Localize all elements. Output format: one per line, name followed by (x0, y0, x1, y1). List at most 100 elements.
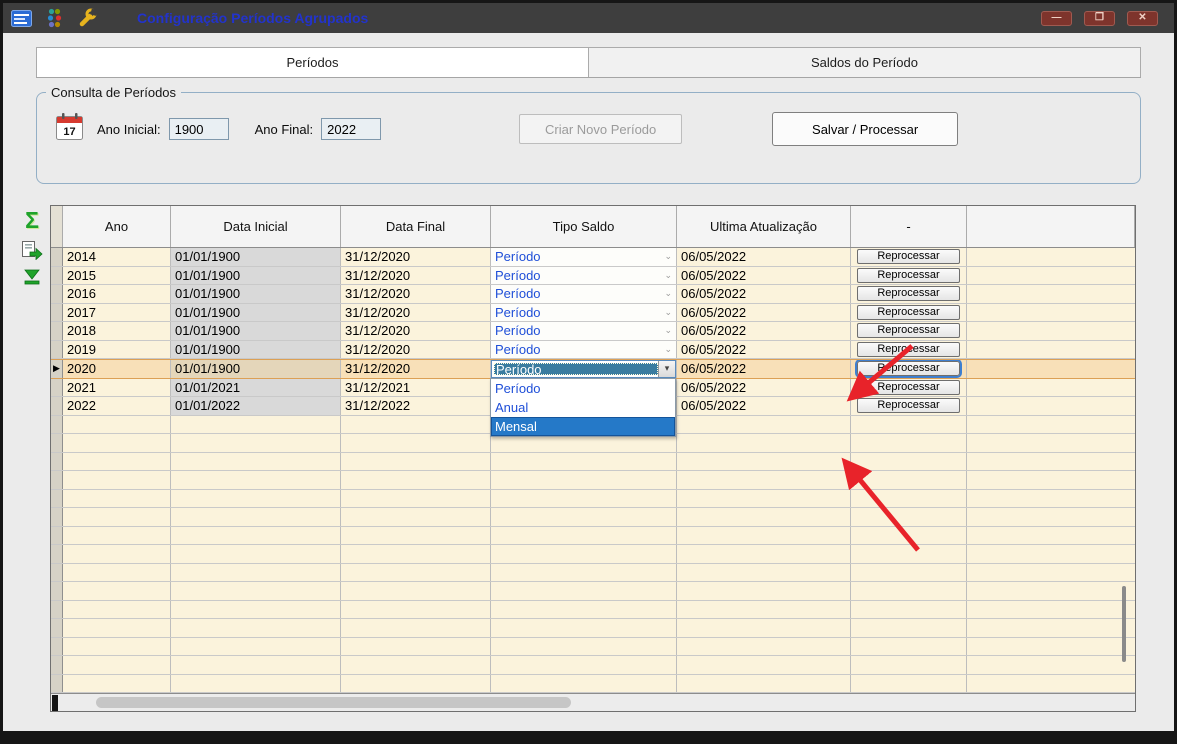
reprocessar-button[interactable]: Reprocessar (857, 304, 960, 320)
cell-ultima-atualizacao (677, 452, 851, 470)
cell-ano[interactable]: 2016 (63, 285, 171, 303)
cell-tipo-saldo[interactable]: Período ⌄ (491, 303, 677, 321)
tab-periodos[interactable]: Períodos (36, 47, 589, 77)
cell-ultima-atualizacao[interactable]: 06/05/2022 (677, 285, 851, 303)
minimize-button[interactable]: — (1041, 10, 1072, 26)
cell-tipo-saldo[interactable]: Período ⌄ (491, 266, 677, 284)
ano-final-input[interactable] (321, 118, 382, 140)
reprocessar-button[interactable]: Reprocessar (857, 267, 960, 283)
grid-empty-row (51, 471, 1135, 490)
cell-action (851, 489, 967, 507)
cell-data-inicial[interactable]: 01/01/1900 (171, 340, 341, 358)
reprocessar-button[interactable]: Reprocessar (857, 341, 960, 357)
reprocessar-button[interactable]: Reprocessar (857, 379, 960, 395)
cell-data-inicial[interactable]: 01/01/2021 (171, 378, 341, 396)
app-window: Configuração Períodos Agrupados — ❐ ✕ Pe… (0, 0, 1177, 744)
wrench-icon[interactable] (77, 8, 97, 28)
criar-novo-periodo-button[interactable]: Criar Novo Período (519, 114, 683, 144)
cell-data-inicial (171, 471, 341, 489)
cell-ano[interactable]: 2015 (63, 266, 171, 284)
tab-saldos-do-periodo[interactable]: Saldos do Período (589, 47, 1141, 77)
cell-ultima-atualizacao[interactable]: 06/05/2022 (677, 360, 851, 378)
vertical-scrollbar-thumb[interactable] (1122, 586, 1126, 662)
cell-filler (967, 304, 1135, 322)
cell-ano[interactable]: 2018 (63, 322, 171, 340)
cell-tipo-saldo[interactable]: Período ⌄ (491, 322, 677, 340)
cell-tipo-saldo[interactable]: Período ⌄ (491, 248, 677, 266)
cell-data-final[interactable]: 31/12/2020 (341, 322, 491, 340)
grid-row-2014[interactable]: 2014 01/01/1900 31/12/2020 Período ⌄ 06/05/20… (51, 248, 1135, 267)
cell-ultima-atualizacao (677, 637, 851, 655)
cell-data-final[interactable]: 31/12/2020 (341, 266, 491, 284)
dropdown-option-mensal[interactable]: Mensal (491, 417, 675, 436)
go-to-last-icon[interactable] (23, 269, 41, 286)
cell-ano[interactable]: 2021 (63, 378, 171, 396)
tipo-saldo-combo-editor[interactable]: Período ▾ (491, 360, 676, 378)
cell-data-final[interactable]: 31/12/2022 (341, 397, 491, 415)
cell-action (851, 674, 967, 692)
column-header-1[interactable]: Data Inicial (171, 206, 341, 247)
cell-tipo-saldo[interactable]: Período ▾ (491, 360, 677, 378)
close-button[interactable]: ✕ (1127, 10, 1158, 26)
grid-row-2019[interactable]: 2019 01/01/1900 31/12/2020 Período ⌄ 06/05/20… (51, 340, 1135, 359)
grid-row-2017[interactable]: 2017 01/01/1900 31/12/2020 Período ⌄ 06/05/20… (51, 303, 1135, 322)
column-header-3[interactable]: Tipo Saldo (491, 206, 677, 247)
export-record-icon[interactable] (21, 240, 43, 260)
salvar-processar-button[interactable]: Salvar / Processar (772, 112, 959, 146)
dropdown-option-anual[interactable]: Anual (491, 398, 675, 417)
reprocessar-button[interactable]: Reprocessar (857, 398, 960, 414)
combo-dropdown-button[interactable]: ▾ (658, 361, 675, 377)
cell-filler (967, 656, 1135, 674)
reprocessar-button[interactable]: Reprocessar (857, 323, 960, 339)
column-header-4[interactable]: Ultima Atualização (677, 206, 851, 247)
cell-ano[interactable]: 2020 (63, 360, 171, 378)
dropdown-option-periodo[interactable]: Período (491, 379, 675, 398)
cell-data-final (341, 526, 491, 544)
grid-row-2018[interactable]: 2018 01/01/1900 31/12/2020 Período ⌄ 06/05/20… (51, 322, 1135, 341)
grid-empty-row (51, 619, 1135, 638)
cell-ultima-atualizacao[interactable]: 06/05/2022 (677, 322, 851, 340)
grid-row-2020[interactable]: ▶ 2020 01/01/1900 31/12/2020 Período ▾ 06/05/2… (51, 359, 1135, 379)
cell-data-inicial[interactable]: 01/01/2022 (171, 397, 341, 415)
sum-sigma-icon[interactable]: Σ (25, 209, 39, 232)
column-header-0[interactable]: Ano (63, 206, 171, 247)
cell-data-final[interactable]: 31/12/2020 (341, 248, 491, 266)
cell-ultima-atualizacao[interactable]: 06/05/2022 (677, 378, 851, 396)
ano-final-label: Ano Final: (254, 121, 314, 137)
maximize-button[interactable]: ❐ (1084, 10, 1115, 26)
cell-ultima-atualizacao[interactable]: 06/05/2022 (677, 397, 851, 415)
cell-ultima-atualizacao[interactable]: 06/05/2022 (677, 303, 851, 321)
horizontal-scrollbar-thumb[interactable] (96, 697, 571, 708)
cell-data-final[interactable]: 31/12/2021 (341, 378, 491, 396)
cell-data-final[interactable]: 31/12/2020 (341, 285, 491, 303)
cell-ano[interactable]: 2019 (63, 340, 171, 358)
cell-ultima-atualizacao[interactable]: 06/05/2022 (677, 248, 851, 266)
cell-data-inicial[interactable]: 01/01/1900 (171, 285, 341, 303)
cell-ultima-atualizacao[interactable]: 06/05/2022 (677, 340, 851, 358)
cell-data-inicial[interactable]: 01/01/1900 (171, 322, 341, 340)
cell-data-inicial[interactable]: 01/01/1900 (171, 248, 341, 266)
cell-ano[interactable]: 2022 (63, 397, 171, 415)
cell-ano (63, 637, 171, 655)
cell-data-inicial[interactable]: 01/01/1900 (171, 360, 341, 378)
grid-row-2015[interactable]: 2015 01/01/1900 31/12/2020 Período ⌄ 06/05/20… (51, 266, 1135, 285)
cell-ano[interactable]: 2014 (63, 248, 171, 266)
reprocessar-button[interactable]: Reprocessar (857, 361, 960, 377)
reprocessar-button[interactable]: Reprocessar (857, 249, 960, 265)
cell-ano[interactable]: 2017 (63, 303, 171, 321)
cell-data-inicial[interactable]: 01/01/1900 (171, 303, 341, 321)
cell-ultima-atualizacao (677, 434, 851, 452)
cell-data-final[interactable]: 31/12/2020 (341, 303, 491, 321)
cell-data-final[interactable]: 31/12/2020 (341, 340, 491, 358)
cell-ultima-atualizacao[interactable]: 06/05/2022 (677, 266, 851, 284)
column-header-5[interactable]: - (851, 206, 967, 247)
reprocessar-button[interactable]: Reprocessar (857, 286, 960, 302)
ano-inicial-input[interactable] (168, 118, 229, 140)
column-header-2[interactable]: Data Final (341, 206, 491, 247)
grid-row-2016[interactable]: 2016 01/01/1900 31/12/2020 Período ⌄ 06/05/20… (51, 285, 1135, 304)
cell-tipo-saldo[interactable]: Período ⌄ (491, 285, 677, 303)
cell-data-inicial[interactable]: 01/01/1900 (171, 266, 341, 284)
cell-tipo-saldo[interactable]: Período ⌄ (491, 340, 677, 358)
horizontal-scrollbar[interactable] (51, 693, 1135, 711)
cell-data-final[interactable]: 31/12/2020 (341, 360, 491, 378)
